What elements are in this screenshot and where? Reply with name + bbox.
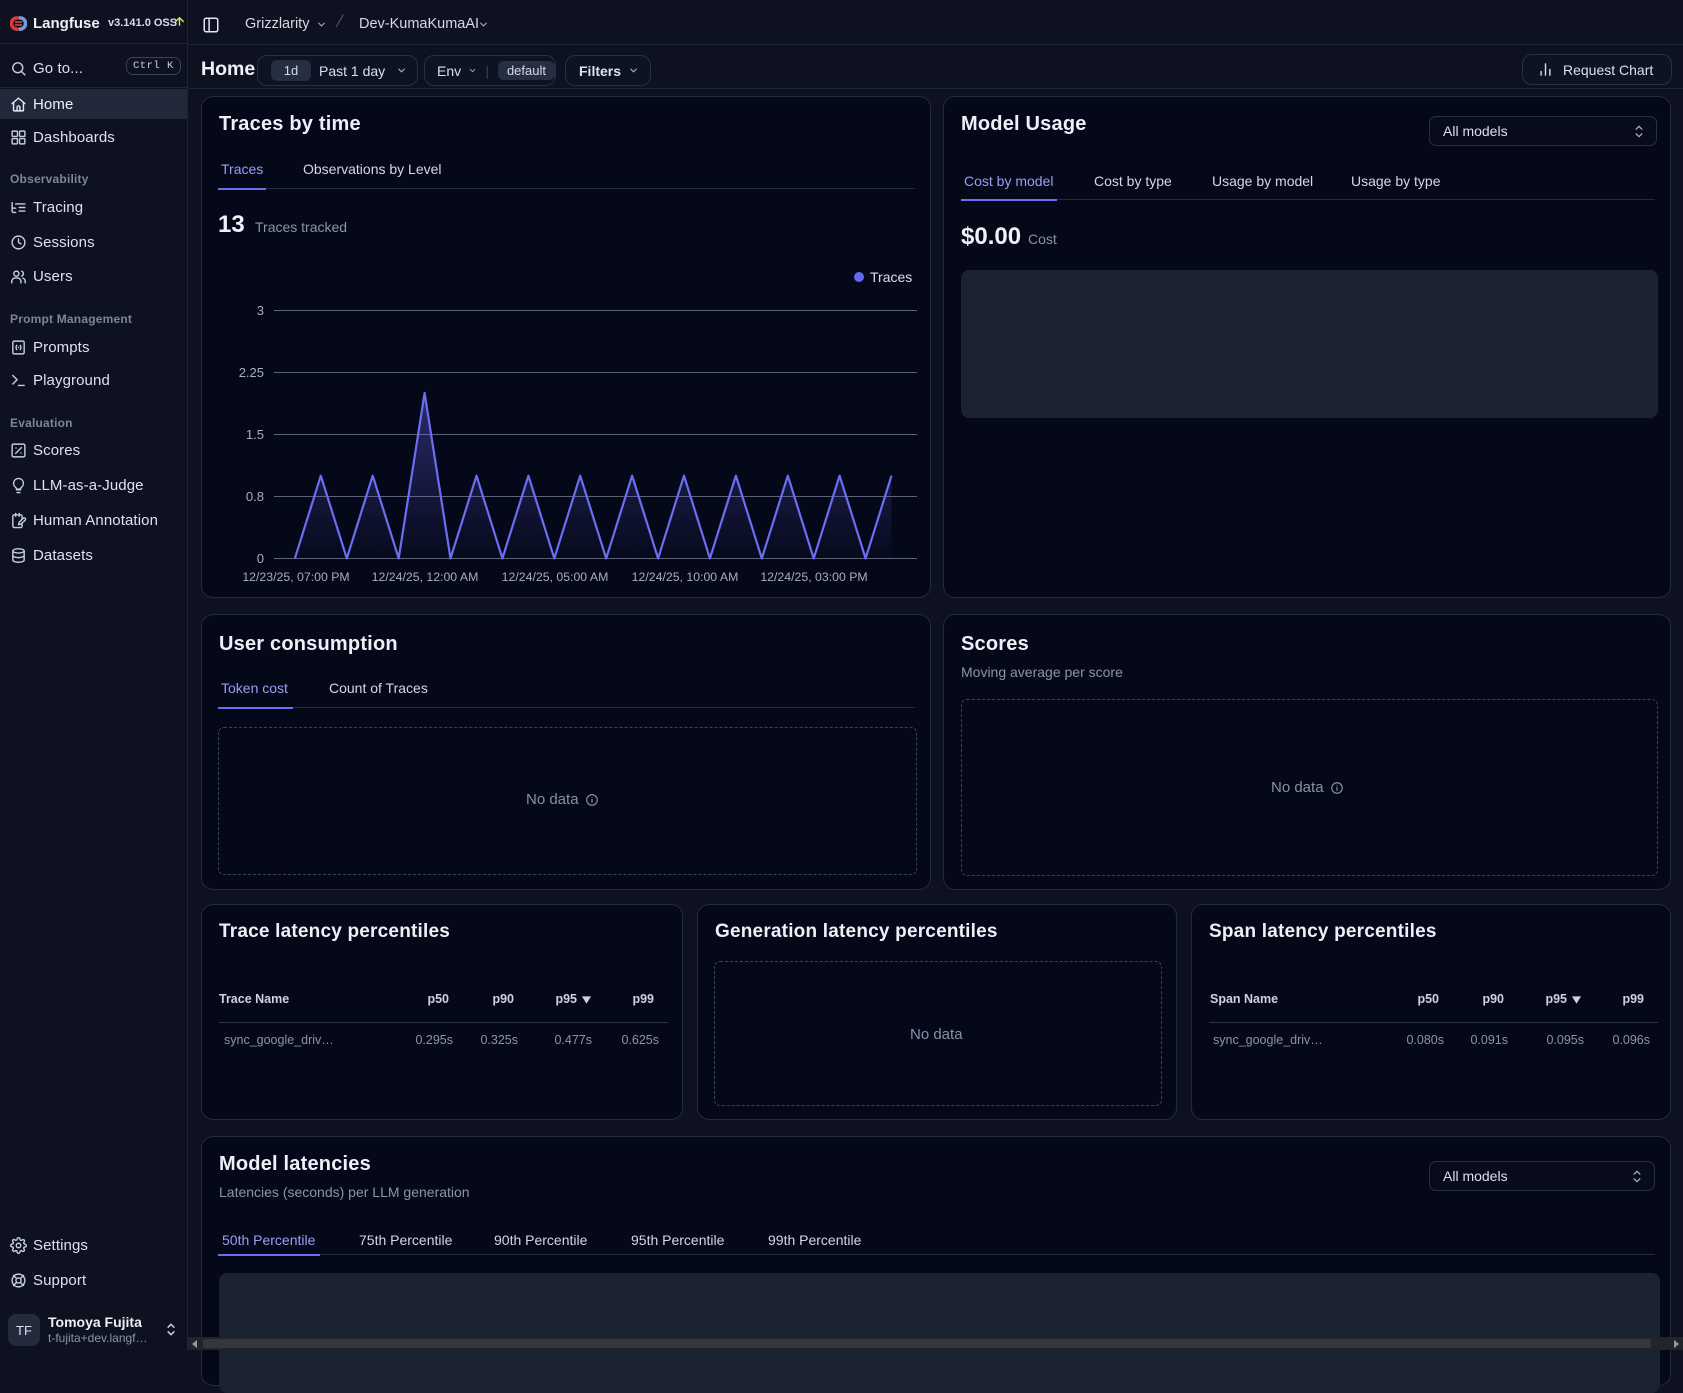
svg-text:12/24/25, 12:00 AM: 12/24/25, 12:00 AM <box>372 570 479 584</box>
svg-text:12/23/25, 07:00 PM: 12/23/25, 07:00 PM <box>242 570 349 584</box>
svg-text:0.8: 0.8 <box>246 489 264 504</box>
svg-text:Traces: Traces <box>870 269 912 285</box>
svg-text:12/24/25, 05:00 AM: 12/24/25, 05:00 AM <box>502 570 609 584</box>
svg-text:12/24/25, 03:00 PM: 12/24/25, 03:00 PM <box>760 570 867 584</box>
svg-text:1.5: 1.5 <box>246 427 264 442</box>
svg-text:12/24/25, 10:00 AM: 12/24/25, 10:00 AM <box>632 570 739 584</box>
svg-text:2.25: 2.25 <box>239 365 264 380</box>
svg-text:3: 3 <box>257 303 264 318</box>
svg-text:0: 0 <box>257 551 264 566</box>
